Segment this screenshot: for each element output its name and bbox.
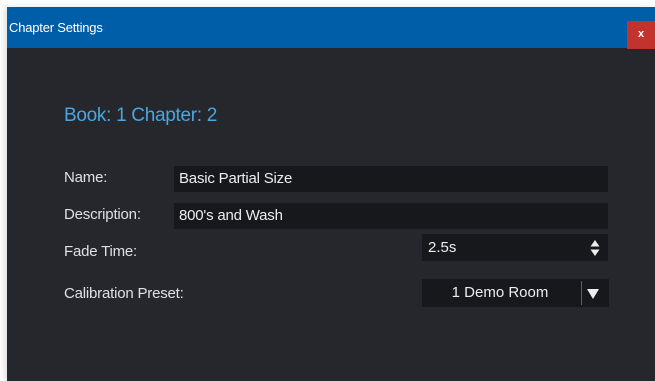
- book-chapter-heading: Book: 1 Chapter: 2: [64, 105, 218, 126]
- fade-time-stepper[interactable]: 2.5s: [422, 234, 608, 261]
- triangle-down-icon[interactable]: [586, 288, 600, 300]
- window-title: Chapter Settings: [9, 20, 103, 35]
- up-down-arrows-icon[interactable]: [590, 239, 600, 257]
- chapter-settings-dialog: Chapter Settings x Book: 1 Chapter: 2 Na…: [7, 7, 655, 381]
- close-button[interactable]: x: [627, 21, 655, 49]
- calibration-preset-select[interactable]: 1 Demo Room: [422, 279, 609, 307]
- close-icon: x: [637, 27, 645, 40]
- description-label: Description:: [64, 206, 141, 223]
- select-divider: [581, 281, 582, 305]
- fade-time-label: Fade Time:: [64, 243, 138, 260]
- title-bar[interactable]: Chapter Settings x: [7, 7, 655, 49]
- description-input[interactable]: 800's and Wash: [174, 203, 608, 229]
- calibration-preset-value: 1 Demo Room: [451, 284, 549, 301]
- name-input[interactable]: Basic Partial Size: [174, 166, 608, 192]
- fade-time-value: 2.5s: [428, 239, 457, 256]
- calibration-preset-label: Calibration Preset:: [64, 285, 184, 302]
- name-label: Name:: [64, 169, 108, 186]
